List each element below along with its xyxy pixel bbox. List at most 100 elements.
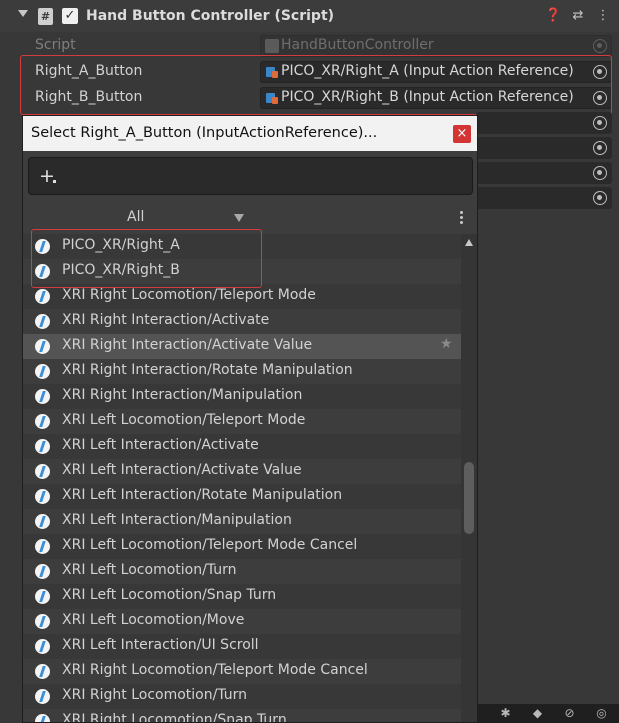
scroll-up-arrow-icon[interactable] [465,239,473,246]
foldout-arrow-icon[interactable] [18,10,28,17]
inspector-margin [0,115,22,723]
input-action-icon [35,689,50,704]
list-item-label: XRI Left Interaction/Activate Value [62,462,302,478]
visibility-off-icon[interactable]: ⊘ [562,706,577,721]
list-item-label: XRI Right Locomotion/Teleport Mode Cance… [62,662,368,678]
add-icon[interactable]: + [39,165,55,187]
list-item-label: XRI Left Locomotion/Teleport Mode [62,412,306,428]
picker-title-bar: Select Right_A_Button (InputActionRefere… [23,116,477,151]
inspector-background [478,210,619,723]
list-item[interactable]: XRI Right Interaction/Activate [23,309,461,334]
input-action-icon [35,339,50,354]
hidden-field[interactable] [476,137,612,159]
vertical-scrollbar[interactable] [461,234,477,722]
input-action-icon [35,539,50,554]
input-action-icon [35,589,50,604]
input-action-icon [35,414,50,429]
scrollbar-thumb[interactable] [464,462,474,534]
input-action-icon [35,639,50,654]
object-picker-icon[interactable] [593,166,607,180]
kebab-menu-icon[interactable]: ⋮ [595,8,611,24]
list-item[interactable]: XRI Left Locomotion/Teleport Mode [23,409,461,434]
input-action-icon [35,264,50,279]
input-action-asset-icon [266,67,278,78]
list-item[interactable]: XRI Left Locomotion/Snap Turn [23,584,461,609]
property-label: Script [35,37,76,53]
field-value: PICO_XR/Right_A (Input Action Reference) [281,63,574,79]
object-picker-icon [593,39,607,53]
list-item[interactable]: XRI Right Locomotion/Turn [23,684,461,709]
list-item-label: XRI Left Interaction/Rotate Manipulation [62,487,343,503]
list-item[interactable]: XRI Left Locomotion/Teleport Mode Cancel [23,534,461,559]
list-item[interactable]: XRI Left Locomotion/Turn [23,559,461,584]
input-action-icon [35,364,50,379]
list-item-label: XRI Right Locomotion/Turn [62,687,248,703]
input-action-icon [35,564,50,579]
list-item-label: XRI Right Interaction/Activate [62,312,270,328]
filter-dropdown[interactable]: All [127,209,144,225]
help-icon[interactable]: ❓ [545,8,561,24]
list-item[interactable]: XRI Left Interaction/Rotate Manipulation [23,484,461,509]
property-label: Right_B_Button [35,89,143,105]
component-header: # ✓ Hand Button Controller (Script) ❓ ⇄ … [0,0,619,32]
input-action-icon [35,489,50,504]
list-item-label: XRI Right Interaction/Manipulation [62,387,303,403]
input-action-icon [35,714,50,722]
hidden-field[interactable] [476,187,612,209]
object-picker-icon[interactable] [593,116,607,130]
input-action-icon [35,614,50,629]
list-item-label: XRI Right Locomotion/Teleport Mode [62,287,316,303]
input-action-icon [35,664,50,679]
property-label: Right_A_Button [35,63,143,79]
presets-icon[interactable]: ⇄ [570,8,586,24]
right-b-object-field[interactable]: PICO_XR/Right_B (Input Action Reference) [260,87,612,109]
object-picker-icon[interactable] [593,141,607,155]
layers-icon[interactable]: ◆ [530,706,545,721]
list-item[interactable]: XRI Right Interaction/Activate Value ★ [23,334,461,359]
chevron-down-icon[interactable] [234,214,244,222]
bug-icon[interactable]: ✱ [498,706,513,721]
component-enabled-checkbox[interactable]: ✓ [62,8,78,24]
script-icon: # [38,8,53,25]
input-action-icon [35,514,50,529]
search-input[interactable]: + [28,157,473,195]
target-icon[interactable]: ◎ [594,706,609,721]
list-item[interactable]: PICO_XR/Right_A [23,234,461,259]
list-item-label: XRI Left Interaction/UI Scroll [62,637,259,653]
hidden-field[interactable] [476,162,612,184]
list-item[interactable]: PICO_XR/Right_B [23,259,461,284]
list-item[interactable]: XRI Left Interaction/Activate Value [23,459,461,484]
list-item[interactable]: XRI Left Interaction/Activate [23,434,461,459]
picker-title: Select Right_A_Button (InputActionRefere… [31,125,378,141]
list-item[interactable]: XRI Left Locomotion/Move [23,609,461,634]
list-item-label: PICO_XR/Right_B [62,262,180,278]
input-action-icon [35,439,50,454]
list-item[interactable]: XRI Left Interaction/Manipulation [23,509,461,534]
object-picker-icon[interactable] [593,65,607,79]
favorite-star-icon[interactable]: ★ [440,336,453,352]
list-item[interactable]: XRI Right Locomotion/Teleport Mode Cance… [23,659,461,684]
script-object-field: HandButtonController [260,35,612,57]
list-item-label: XRI Right Interaction/Rotate Manipulatio… [62,362,353,378]
list-item-label: XRI Left Interaction/Manipulation [62,512,292,528]
list-item[interactable]: XRI Right Locomotion/Snap Turn [23,709,461,723]
list-item-label: XRI Left Locomotion/Turn [62,562,237,578]
list-item[interactable]: XRI Left Interaction/UI Scroll [23,634,461,659]
object-picker-icon[interactable] [593,191,607,205]
add-dot-icon [53,180,56,183]
input-action-asset-icon [266,93,278,104]
list-item-label: XRI Right Locomotion/Snap Turn [62,712,287,723]
input-action-icon [35,389,50,404]
kebab-menu-icon[interactable] [460,211,464,225]
list-item-label: PICO_XR/Right_A [62,237,180,253]
input-action-icon [35,289,50,304]
list-item[interactable]: XRI Right Locomotion/Teleport Mode [23,284,461,309]
list-item[interactable]: XRI Right Interaction/Rotate Manipulatio… [23,359,461,384]
hidden-field[interactable] [476,112,612,134]
property-row-right-b: Right_B_Button PICO_XR/Right_B (Input Ac… [0,85,619,111]
field-value: HandButtonController [281,37,434,53]
object-picker-icon[interactable] [593,91,607,105]
right-a-object-field[interactable]: PICO_XR/Right_A (Input Action Reference) [260,61,612,83]
close-button[interactable]: × [453,125,471,143]
list-item[interactable]: XRI Right Interaction/Manipulation [23,384,461,409]
